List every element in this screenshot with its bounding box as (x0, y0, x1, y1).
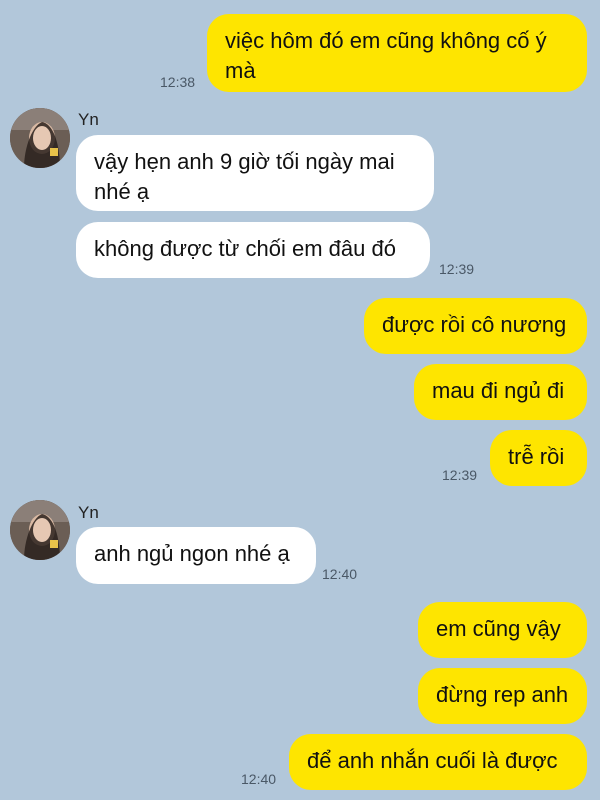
outgoing-message-bubble[interactable]: việc hôm đó em cũng không cố ý mà (207, 14, 587, 92)
message-text: anh ngủ ngon nhé ạ (94, 541, 290, 566)
message-timestamp: 12:40 (322, 566, 358, 582)
incoming-message-bubble[interactable]: anh ngủ ngon nhé ạ (76, 527, 316, 584)
outgoing-message-bubble[interactable]: đừng rep anh (418, 668, 587, 724)
message-text: em cũng vậy (436, 616, 561, 641)
message-timestamp: 12:38 (160, 74, 196, 90)
message-timestamp: 12:40 (241, 771, 277, 787)
message-timestamp: 12:39 (442, 467, 478, 483)
message-timestamp: 12:39 (439, 261, 475, 277)
message-text: trễ rồi (508, 444, 565, 469)
message-text: đừng rep anh (436, 682, 569, 707)
contact-avatar[interactable] (10, 500, 70, 560)
outgoing-message-bubble[interactable]: mau đi ngủ đi (414, 364, 587, 420)
sender-name: Yn (78, 503, 99, 522)
contact-avatar[interactable] (10, 108, 70, 168)
incoming-message-bubble[interactable]: vậy hẹn anh 9 giờ tối ngày mai nhé ạ (76, 135, 434, 211)
sender-name: Yn (78, 110, 99, 129)
message-text: vậy hẹn anh 9 giờ tối ngày mai nhé ạ (94, 149, 395, 204)
message-text: mau đi ngủ đi (432, 378, 565, 403)
message-text: để anh nhắn cuối là được (307, 748, 558, 773)
message-text: không được từ chối em đâu đó (94, 236, 396, 261)
outgoing-message-bubble[interactable]: để anh nhắn cuối là được (289, 734, 587, 790)
message-text: được rồi cô nương (382, 312, 567, 337)
outgoing-message-bubble[interactable]: em cũng vậy (418, 602, 587, 658)
incoming-message-bubble[interactable]: không được từ chối em đâu đó (76, 222, 430, 278)
outgoing-message-bubble[interactable]: trễ rồi (490, 430, 587, 486)
outgoing-message-bubble[interactable]: được rồi cô nương (364, 298, 587, 354)
message-text: việc hôm đó em cũng không cố ý mà (225, 28, 547, 83)
